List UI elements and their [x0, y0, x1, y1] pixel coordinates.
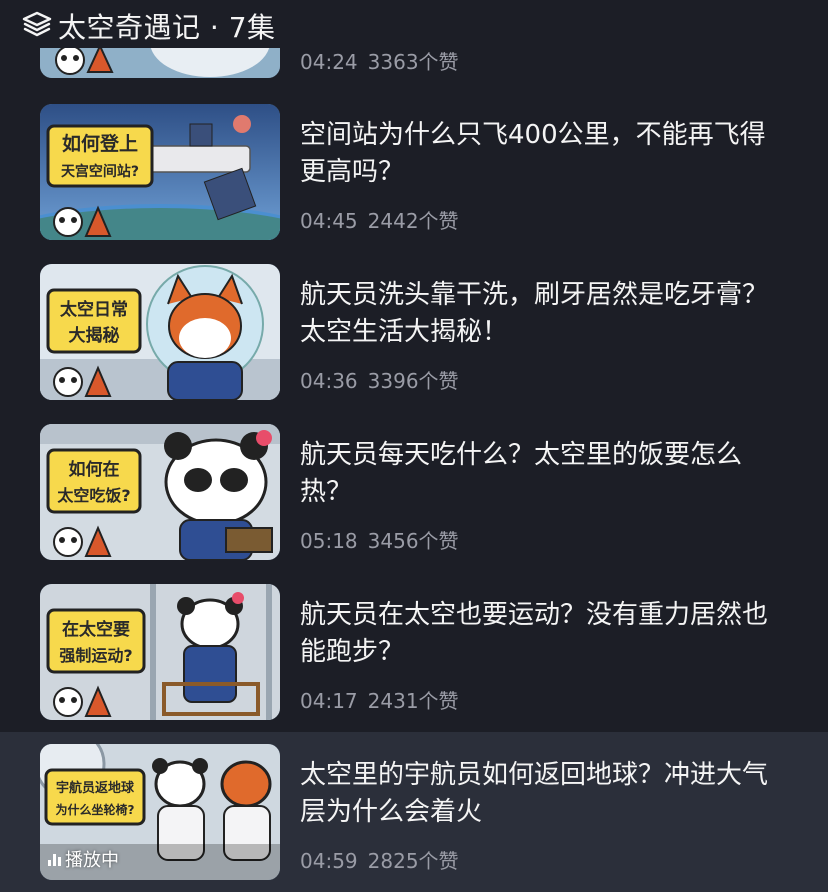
episode-likes: 3456个赞 [367, 529, 459, 553]
playlist-title: 太空奇遇记 · 7集 [58, 11, 276, 44]
playlist-header: 太空奇遇记 · 7集 [0, 0, 828, 48]
thumb-sign-line1: 在太空要 [62, 619, 130, 640]
equalizer-icon [48, 852, 61, 866]
thumb-sign-line2: 天宫空间站? [61, 163, 139, 180]
thumb-sign-line1: 太空日常 [60, 299, 128, 320]
episode-meta: 04:59 2825个赞 [300, 845, 459, 874]
episode-item-5[interactable]: 在太空要 强制运动? 航天员在太空也要运动？没有重力居然也能跑步？ 04:17 2… [0, 576, 828, 736]
thumb-sign-line1: 如何在 [69, 459, 120, 480]
episode-item-6[interactable]: 宇航员返地球 为什么坐轮椅? 播放中 太空里的宇航员如何返回地球？冲进大气层为什… [0, 732, 828, 892]
episode-title: 航天员洗头靠干洗，刷牙居然是吃牙膏？太空生活大揭秘！ [300, 280, 769, 347]
thumb-sign-line1: 宇航员返地球 [56, 780, 135, 796]
episode-thumbnail: 在太空要 强制运动? [40, 584, 280, 720]
episode-title: 空间站为什么只飞400公里，不能再飞得更高吗？ [300, 120, 766, 187]
episode-duration: 04:17 [300, 689, 358, 713]
thumb-sign-line2: 为什么坐轮椅? [56, 802, 135, 817]
episode-duration: 04:24 [300, 50, 358, 74]
episode-title: 太空里的宇航员如何返回地球？冲进大气层为什么会着火 [300, 760, 769, 827]
episode-duration: 05:18 [300, 529, 358, 553]
layers-icon [22, 11, 52, 37]
episode-thumbnail: 如何在 太空吃饭? [40, 424, 280, 560]
episode-likes: 3363个赞 [367, 50, 459, 74]
thumb-sign-line2: 强制运动? [59, 646, 132, 665]
now-playing-badge: 播放中 [48, 846, 119, 872]
episode-likes: 2442个赞 [367, 209, 459, 233]
episode-item-4[interactable]: 如何在 太空吃饭? 航天员每天吃什么？太空里的饭要怎么热？ 05:18 3456个… [0, 416, 828, 576]
episode-duration: 04:59 [300, 849, 358, 873]
episode-duration: 04:36 [300, 369, 358, 393]
episode-likes: 3396个赞 [367, 369, 459, 393]
episode-meta: 04:45 2442个赞 [300, 205, 459, 234]
episode-duration: 04:45 [300, 209, 358, 233]
episode-meta: 05:18 3456个赞 [300, 525, 459, 554]
episode-item-3[interactable]: 太空日常 大揭秘 航天员洗头靠干洗，刷牙居然是吃牙膏？太空生活大揭秘！ 04:3… [0, 256, 828, 416]
episode-thumbnail: 如何登上 天宫空间站? [40, 104, 280, 240]
episode-meta-1: 04:24 3363个赞 [300, 46, 459, 75]
episode-title: 航天员在太空也要运动？没有重力居然也能跑步？ [300, 600, 769, 667]
thumb-sign-line2: 太空吃饭? [56, 486, 130, 505]
episode-title: 航天员每天吃什么？太空里的饭要怎么热？ [300, 440, 743, 507]
episode-item-2[interactable]: 如何登上 天宫空间站? 空间站为什么只飞400公里，不能再飞得更高吗？ 04:4… [0, 96, 828, 256]
episode-meta: 04:17 2431个赞 [300, 685, 459, 714]
episode-likes: 2825个赞 [367, 849, 459, 873]
thumb-sign-line1: 如何登上 [62, 132, 138, 155]
now-playing-label: 播放中 [65, 850, 119, 871]
episode-meta: 04:36 3396个赞 [300, 365, 459, 394]
episode-thumbnail: 太空日常 大揭秘 [40, 264, 280, 400]
episode-thumbnail: 宇航员返地球 为什么坐轮椅? 播放中 [40, 744, 280, 880]
episode-likes: 2431个赞 [367, 689, 459, 713]
thumb-sign-line2: 大揭秘 [69, 325, 120, 346]
